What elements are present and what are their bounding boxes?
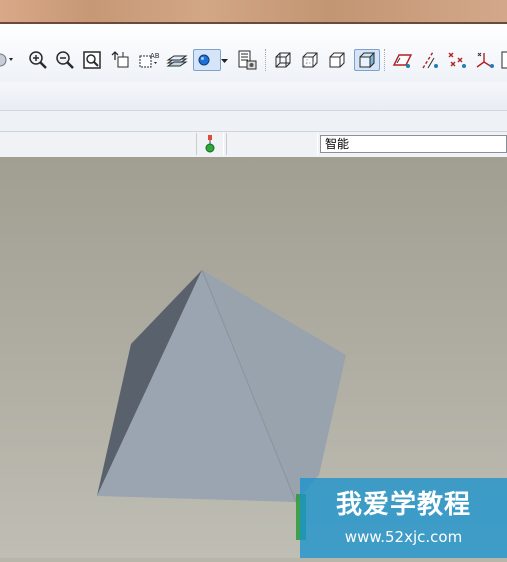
coordinate-systems-icon[interactable] — [474, 49, 496, 71]
zoom-out-icon[interactable] — [54, 49, 76, 71]
view-style-dropdown-icon[interactable] — [0, 49, 14, 71]
watermark-url: www.52xjc.com — [344, 528, 463, 546]
datum-points-icon[interactable] — [446, 49, 468, 71]
selection-filter-select[interactable]: 智能 — [320, 135, 507, 153]
saved-views-icon[interactable]: AB — [138, 49, 160, 71]
window-title-bar — [0, 0, 507, 24]
toolbar-spacer — [0, 111, 507, 131]
zoom-in-icon[interactable] — [27, 49, 49, 71]
toolbar-overflow-icon[interactable] — [500, 49, 507, 71]
display-style-dropdown-icon[interactable] — [220, 49, 230, 71]
datum-planes-icon[interactable] — [391, 49, 413, 71]
toolbar-separator — [384, 49, 386, 71]
reorient-icon[interactable] — [110, 49, 132, 71]
toolbar-separator — [265, 49, 267, 71]
datum-axes-icon[interactable] — [419, 49, 441, 71]
svg-text:AB: AB — [150, 52, 160, 60]
shading-icon[interactable] — [354, 49, 380, 71]
refit-icon[interactable] — [81, 49, 103, 71]
display-style-icon[interactable] — [193, 49, 221, 71]
wireframe-icon[interactable] — [272, 49, 294, 71]
watermark-overlay: 我爱学教程 www.52xjc.com — [300, 478, 507, 558]
watermark-title: 我爱学教程 — [335, 490, 471, 520]
layers-icon[interactable] — [166, 49, 188, 71]
status-message-cell — [226, 133, 318, 155]
regeneration-status-icon[interactable] — [204, 134, 216, 154]
view-manager-icon[interactable] — [236, 49, 258, 71]
no-hidden-icon[interactable] — [326, 49, 348, 71]
secondary-toolbar — [0, 82, 507, 111]
hidden-line-icon[interactable] — [299, 49, 321, 71]
